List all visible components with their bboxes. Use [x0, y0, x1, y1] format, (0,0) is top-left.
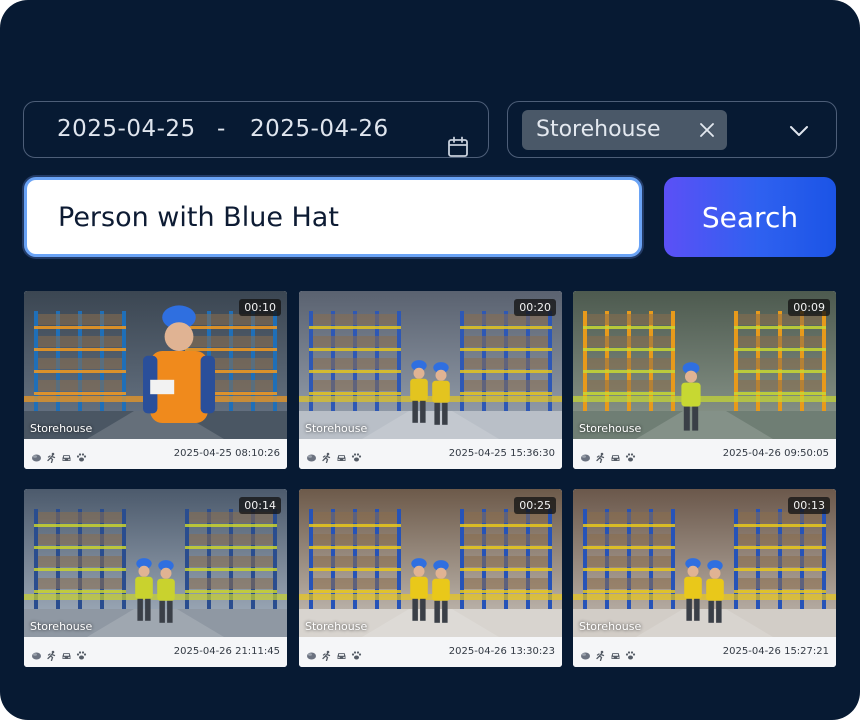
result-card[interactable]: 00:09 Storehouse 2025-04-26 09:50:05	[573, 291, 836, 469]
search-input[interactable]	[24, 177, 642, 257]
duration-badge: 00:25	[514, 497, 556, 514]
location-select[interactable]: Storehouse	[507, 101, 837, 158]
video-thumbnail[interactable]: 00:09 Storehouse	[573, 291, 836, 439]
duration-badge: 00:14	[239, 497, 281, 514]
date-range-picker[interactable]: 2025-04-25 - 2025-04-26	[23, 101, 489, 158]
object-icon	[31, 646, 42, 660]
detection-icons	[580, 646, 636, 662]
animal-paw-icon	[76, 448, 87, 462]
animal-paw-icon	[625, 646, 636, 660]
timestamp: 2025-04-26 15:27:21	[722, 646, 829, 657]
vehicle-icon	[610, 448, 621, 461]
object-icon	[580, 646, 591, 660]
camera-location-label: Storehouse	[305, 422, 368, 435]
timestamp: 2025-04-26 21:11:45	[173, 646, 280, 657]
result-card[interactable]: 00:13 Storehouse 2025-04-26 15:27:21	[573, 489, 836, 667]
animal-paw-icon	[351, 448, 362, 462]
vehicle-icon	[61, 646, 72, 659]
person-running-icon	[46, 448, 57, 464]
duration-badge: 00:09	[788, 299, 830, 316]
video-thumbnail[interactable]: 00:10 Storehouse	[24, 291, 287, 439]
timestamp: 2025-04-26 13:30:23	[448, 646, 555, 657]
duration-badge: 00:20	[514, 299, 556, 316]
result-card[interactable]: 00:14 Storehouse 2025-04-26 21:11:45	[24, 489, 287, 667]
camera-location-label: Storehouse	[579, 422, 642, 435]
search-button[interactable]: Search	[664, 177, 836, 257]
video-search-panel: 2025-04-25 - 2025-04-26 Storehouse Searc…	[0, 0, 860, 720]
video-thumbnail[interactable]: 00:13 Storehouse	[573, 489, 836, 637]
detection-icons	[31, 448, 87, 464]
object-icon	[580, 448, 591, 462]
video-thumbnail[interactable]: 00:25 Storehouse	[299, 489, 562, 637]
card-meta-bar: 2025-04-26 15:27:21	[573, 637, 836, 667]
remove-tag-icon[interactable]	[698, 121, 716, 139]
duration-badge: 00:13	[788, 497, 830, 514]
card-meta-bar: 2025-04-25 15:36:30	[299, 439, 562, 469]
result-card[interactable]: 00:10 Storehouse 2025-04-25 08:10:26	[24, 291, 287, 469]
object-icon	[306, 448, 317, 462]
person-running-icon	[321, 448, 332, 464]
vehicle-icon	[336, 646, 347, 659]
card-meta-bar: 2025-04-26 09:50:05	[573, 439, 836, 469]
person-running-icon	[595, 646, 606, 662]
date-start[interactable]: 2025-04-25	[57, 116, 196, 142]
vehicle-icon	[61, 448, 72, 461]
camera-location-label: Storehouse	[30, 422, 93, 435]
date-end[interactable]: 2025-04-26	[250, 116, 389, 142]
card-meta-bar: 2025-04-26 21:11:45	[24, 637, 287, 667]
detection-icons	[306, 646, 362, 662]
camera-location-label: Storehouse	[30, 620, 93, 633]
timestamp: 2025-04-25 08:10:26	[173, 448, 280, 459]
video-thumbnail[interactable]: 00:20 Storehouse	[299, 291, 562, 439]
timestamp: 2025-04-26 09:50:05	[722, 448, 829, 459]
vehicle-icon	[336, 448, 347, 461]
calendar-icon[interactable]	[447, 136, 469, 158]
vehicle-icon	[610, 646, 621, 659]
animal-paw-icon	[76, 646, 87, 660]
location-tag: Storehouse	[522, 110, 727, 150]
duration-badge: 00:10	[239, 299, 281, 316]
person-running-icon	[321, 646, 332, 662]
card-meta-bar: 2025-04-25 08:10:26	[24, 439, 287, 469]
animal-paw-icon	[625, 448, 636, 462]
detection-icons	[31, 646, 87, 662]
camera-location-label: Storehouse	[305, 620, 368, 633]
result-card[interactable]: 00:25 Storehouse 2025-04-26 13:30:23	[299, 489, 562, 667]
person-running-icon	[46, 646, 57, 662]
timestamp: 2025-04-25 15:36:30	[448, 448, 555, 459]
person-running-icon	[595, 448, 606, 464]
detection-icons	[306, 448, 362, 464]
object-icon	[306, 646, 317, 660]
camera-location-label: Storehouse	[579, 620, 642, 633]
result-card[interactable]: 00:20 Storehouse 2025-04-25 15:36:30	[299, 291, 562, 469]
animal-paw-icon	[351, 646, 362, 660]
card-meta-bar: 2025-04-26 13:30:23	[299, 637, 562, 667]
location-tag-label: Storehouse	[536, 117, 661, 142]
date-separator: -	[217, 116, 226, 142]
video-thumbnail[interactable]: 00:14 Storehouse	[24, 489, 287, 637]
object-icon	[31, 448, 42, 462]
detection-icons	[580, 448, 636, 464]
chevron-down-icon[interactable]	[789, 124, 809, 138]
